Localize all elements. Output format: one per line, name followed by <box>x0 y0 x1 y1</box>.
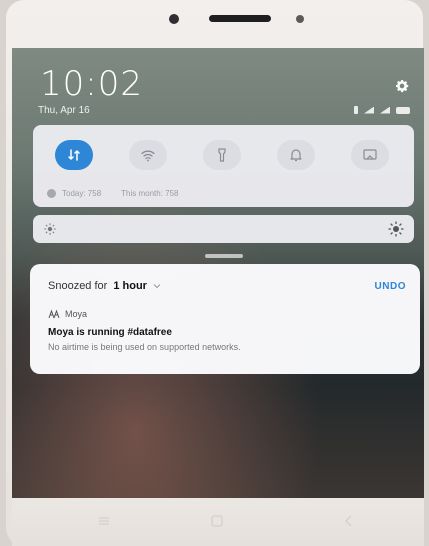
gear-icon[interactable] <box>394 78 410 94</box>
wifi-icon <box>141 150 155 162</box>
bluetooth-icon <box>354 106 358 114</box>
snooze-duration: 1 hour <box>113 280 147 292</box>
status-icons <box>354 106 410 114</box>
brightness-high-icon <box>388 221 404 237</box>
notification-shade: 10:02 Thu, Apr 16 Today: 758 This month:… <box>12 48 424 498</box>
bell-icon <box>290 149 302 162</box>
quick-settings-toggles <box>55 140 389 170</box>
wifi-toggle[interactable] <box>129 140 167 170</box>
brightness-slider[interactable] <box>33 215 414 243</box>
sound-toggle[interactable] <box>277 140 315 170</box>
mobile-data-toggle[interactable] <box>55 140 93 170</box>
battery-icon <box>396 106 410 114</box>
mobile-data-icon <box>68 149 80 161</box>
menu-icon[interactable] <box>97 514 111 528</box>
chevron-down-icon[interactable] <box>153 282 161 290</box>
undo-button[interactable]: UNDO <box>375 281 406 292</box>
screen-cast-toggle[interactable] <box>351 140 389 170</box>
flashlight-toggle[interactable] <box>203 140 241 170</box>
data-usage-icon <box>47 189 56 198</box>
brightness-low-icon <box>44 223 56 235</box>
flashlight-icon <box>218 148 226 162</box>
signal-icon <box>364 106 374 114</box>
data-today: Today: 758 <box>62 189 102 198</box>
date: Thu, Apr 16 <box>38 105 90 116</box>
signal-icon <box>380 106 390 114</box>
clock: 10:02 <box>40 64 143 104</box>
snooze-row[interactable]: Snoozed for 1 hour <box>48 280 161 292</box>
earpiece-speaker <box>209 15 271 22</box>
notification-body: No airtime is being used on supported ne… <box>48 342 241 352</box>
screen-cast-icon <box>363 149 377 160</box>
notification-app-name: Moya <box>65 309 88 319</box>
back-icon[interactable] <box>342 514 356 528</box>
data-usage-row[interactable]: Today: 758 This month: 758 <box>47 189 179 198</box>
notification-card[interactable]: Snoozed for 1 hour UNDO Moya Moya is run… <box>30 264 420 374</box>
snooze-prefix: Snoozed for <box>48 280 108 292</box>
quick-settings-panel: Today: 758 This month: 758 <box>33 125 414 207</box>
home-icon[interactable] <box>210 514 224 528</box>
shade-drag-handle[interactable] <box>205 254 243 258</box>
data-month: This month: 758 <box>121 189 179 198</box>
moya-app-icon <box>48 309 60 319</box>
notification-title: Moya is running #datafree <box>48 327 172 338</box>
front-camera <box>169 14 179 24</box>
navigation-bar <box>12 498 424 546</box>
notification-app-row: Moya <box>48 309 87 319</box>
proximity-sensor <box>296 15 304 23</box>
